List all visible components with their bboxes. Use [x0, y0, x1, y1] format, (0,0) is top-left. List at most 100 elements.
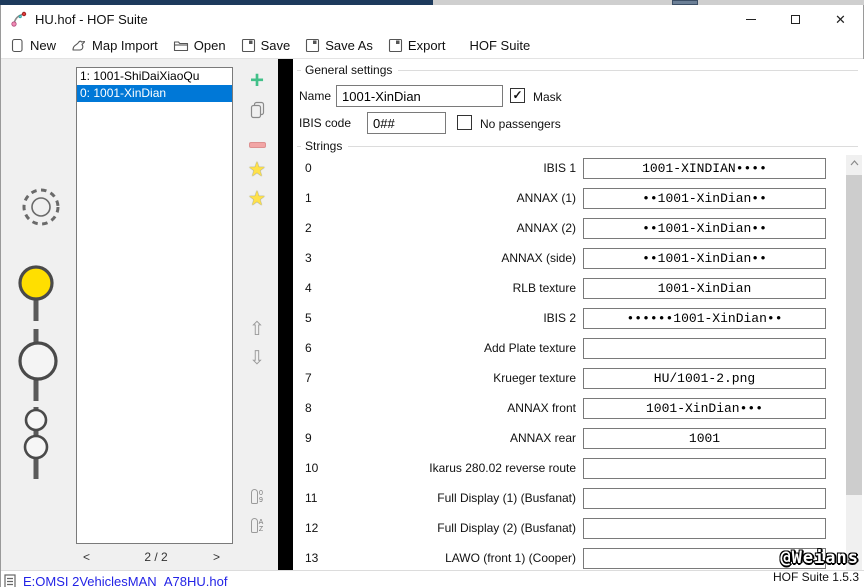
string-input[interactable] — [583, 518, 826, 539]
string-index: 4 — [305, 281, 335, 295]
general-settings-title: General settings — [305, 63, 392, 77]
string-input[interactable]: 1001-XinDian — [583, 278, 826, 299]
hof-suite-menu-button[interactable]: HOF Suite — [464, 35, 537, 56]
scroll-up-button[interactable] — [846, 155, 862, 171]
group-line — [297, 70, 301, 71]
open-label: Open — [194, 38, 226, 53]
save-label: Save — [261, 38, 291, 53]
string-input[interactable]: ••1001-XinDian•• — [583, 188, 826, 209]
string-input[interactable]: ••1001-XinDian•• — [583, 248, 826, 269]
string-input[interactable]: ••1001-XinDian•• — [583, 218, 826, 239]
string-input[interactable]: 1001 — [583, 428, 826, 449]
file-path-link[interactable]: E:OMSI 2VehiclesMAN_A78HU.hof — [23, 574, 227, 587]
scrollbar-thumb[interactable] — [846, 175, 862, 495]
export-icon — [388, 38, 403, 53]
string-input[interactable] — [583, 488, 826, 509]
copy-entry-button[interactable] — [239, 101, 275, 125]
favorite-2-button[interactable]: ★ — [239, 190, 275, 208]
maximize-button[interactable] — [773, 5, 818, 33]
move-down-button[interactable]: ⇩ — [239, 350, 275, 368]
string-index: 8 — [305, 401, 335, 415]
sort-numeric-icon — [251, 489, 258, 504]
ibis-code-row: IBIS code 0## No passengers — [297, 110, 861, 134]
open-button[interactable]: Open — [167, 35, 232, 56]
string-input[interactable]: HU/1001-2.png — [583, 368, 826, 389]
ibis-code-input[interactable]: 0## — [367, 112, 446, 134]
string-row: 4RLB texture1001-XinDian — [293, 273, 864, 303]
app-icon — [11, 11, 27, 27]
left-pane: 1: 1001-ShiDaiXiaoQu 0: 1001-XinDian + ★… — [1, 59, 278, 570]
close-button[interactable]: ✕ — [818, 5, 863, 33]
string-row: 12Full Display (2) (Busfanat) — [293, 513, 864, 543]
string-label: LAWO (front 1) (Cooper) — [342, 551, 576, 565]
string-label: ANNAX (1) — [342, 191, 576, 205]
save-as-button[interactable]: Save As — [299, 35, 379, 56]
maximize-icon — [791, 15, 800, 24]
map-import-icon — [71, 38, 87, 53]
list-item[interactable]: 1: 1001-ShiDaiXiaoQu — [77, 68, 232, 85]
save-button[interactable]: Save — [235, 35, 297, 56]
string-label: Full Display (1) (Busfanat) — [342, 491, 576, 505]
favorite-1-button[interactable]: ★ — [239, 161, 275, 179]
general-settings-group: General settings Name 1001-XinDian ✓ Mas… — [297, 63, 861, 77]
mask-checkbox[interactable]: ✓ — [510, 88, 525, 103]
string-row: 5IBIS 2••••••1001-XinDian•• — [293, 303, 864, 333]
file-list-icon — [4, 574, 18, 587]
export-label: Export — [408, 38, 446, 53]
string-label: ANNAX front — [342, 401, 576, 415]
string-row: 11 Full Display (1) (Busfanat) — [293, 483, 864, 513]
sort-alpha-button[interactable]: AZ — [239, 518, 275, 533]
list-pager: < 2 / 2 > — [1, 548, 278, 568]
strings-title: Strings — [305, 139, 342, 153]
string-row: 6Add Plate texture — [293, 333, 864, 363]
map-import-label: Map Import — [92, 38, 158, 53]
string-index: 3 — [305, 251, 335, 265]
name-value: 1001-XinDian — [342, 89, 421, 104]
string-input[interactable]: ••••••1001-XinDian•• — [583, 308, 826, 329]
no-passengers-label: No passengers — [480, 117, 561, 131]
string-index: 10 — [305, 461, 335, 475]
watermark: @Weians HOF Suite 1.5.3 — [773, 548, 859, 584]
name-input[interactable]: 1001-XinDian — [336, 85, 503, 107]
string-label: ANNAX (side) — [342, 251, 576, 265]
move-up-button[interactable]: ⇧ — [239, 321, 275, 339]
string-index: 6 — [305, 341, 335, 355]
minus-icon — [249, 142, 266, 148]
remove-entry-button[interactable] — [239, 135, 275, 153]
ibis-code-value: 0## — [373, 116, 395, 131]
strings-list: 0IBIS 11001-XINDIAN•••• 1ANNAX (1)••1001… — [293, 153, 864, 570]
strings-scrollbar[interactable] — [846, 155, 862, 570]
vehicle-list[interactable]: 1: 1001-ShiDaiXiaoQu 0: 1001-XinDian — [76, 67, 233, 544]
group-line — [297, 146, 301, 147]
settings-gear-button[interactable] — [15, 184, 67, 230]
string-index: 9 — [305, 431, 335, 445]
weians-logo: @Weians — [773, 548, 859, 568]
string-input[interactable] — [583, 458, 826, 479]
minimize-button[interactable] — [728, 5, 773, 33]
string-row: 10Ikarus 280.02 reverse route — [293, 453, 864, 483]
close-icon: ✕ — [835, 13, 846, 26]
strings-header: Strings — [297, 139, 861, 153]
pager-prev-button[interactable]: < — [83, 550, 90, 564]
sort-alpha-top: A — [259, 519, 264, 526]
route-line-graphic — [1, 59, 76, 570]
string-index: 11 — [305, 491, 335, 505]
sort-alpha-bottom: Z — [259, 526, 264, 533]
new-button[interactable]: New — [4, 35, 62, 56]
add-entry-button[interactable]: + — [239, 72, 275, 90]
list-item-selected[interactable]: 0: 1001-XinDian — [77, 85, 232, 102]
string-input[interactable] — [583, 338, 826, 359]
export-button[interactable]: Export — [382, 35, 452, 56]
sort-numeric-button[interactable]: 09 — [239, 489, 275, 504]
string-label: Krueger texture — [342, 371, 576, 385]
string-input[interactable]: 1001-XINDIAN•••• — [583, 158, 826, 179]
string-index: 1 — [305, 191, 335, 205]
map-import-button[interactable]: Map Import — [65, 35, 164, 56]
string-index: 0 — [305, 161, 335, 175]
pager-next-button[interactable]: > — [213, 550, 220, 564]
window-title: HU.hof - HOF Suite — [35, 12, 148, 27]
string-input[interactable]: 1001-XinDian••• — [583, 398, 826, 419]
no-passengers-checkbox[interactable] — [457, 115, 472, 130]
list-toolbar: + ★ ★ ⇧ ⇩ 09 AZ — [239, 59, 275, 570]
title-bar: HU.hof - HOF Suite ✕ — [1, 5, 863, 33]
